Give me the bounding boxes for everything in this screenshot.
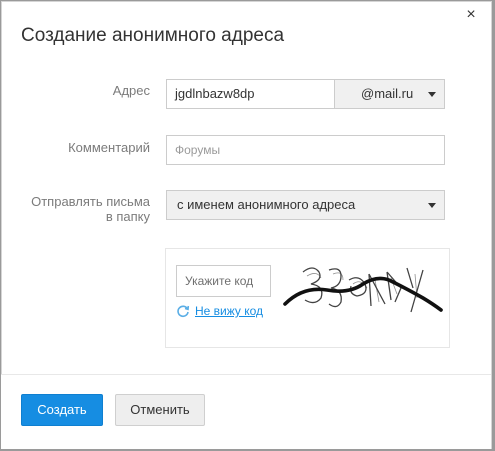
dialog-title: Создание анонимного адреса (21, 25, 285, 46)
domain-select[interactable]: @mail.ru (334, 79, 445, 109)
folder-label-line1: Отправлять письма (31, 194, 150, 209)
chevron-down-icon (428, 92, 436, 97)
folder-label: Отправлять письма в папку (20, 194, 150, 224)
cant-see-code-link[interactable]: Не вижу код (195, 304, 263, 318)
close-icon[interactable]: × (464, 7, 478, 23)
folder-label-line2: в папку (105, 209, 150, 224)
folder-select[interactable]: с именем анонимного адреса (166, 190, 445, 220)
cancel-button[interactable]: Отменить (115, 394, 205, 426)
address-input[interactable]: jgdlnbazw8dp (166, 79, 335, 109)
comment-label: Комментарий (68, 140, 150, 155)
comment-input[interactable]: Форумы (166, 135, 445, 165)
captcha-image (283, 267, 443, 313)
chevron-down-icon (428, 203, 436, 208)
captcha-input[interactable]: Укажите код (176, 265, 271, 297)
domain-select-value: @mail.ru (361, 86, 414, 101)
create-button[interactable]: Создать (21, 394, 103, 426)
address-label: Адрес (112, 83, 150, 98)
folder-select-value: с именем анонимного адреса (177, 197, 356, 212)
refresh-icon[interactable] (176, 304, 190, 318)
